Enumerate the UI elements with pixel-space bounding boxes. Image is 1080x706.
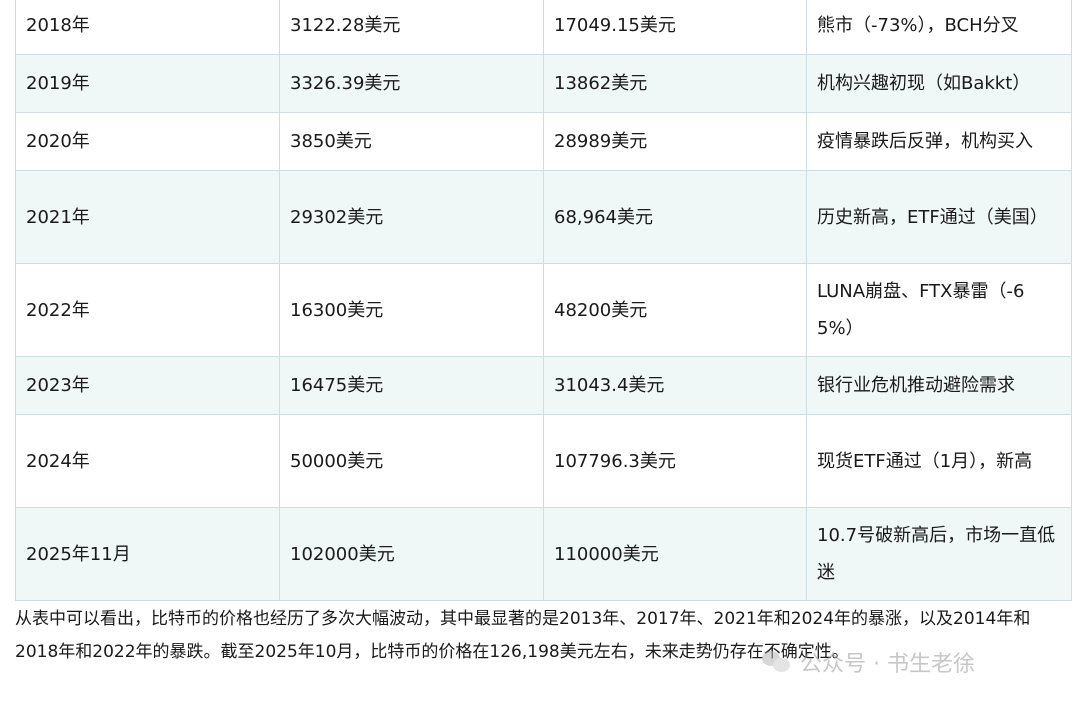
- low-price-cell: 3326.39美元: [279, 54, 544, 113]
- event-cell: 疫情暴跌后反弹，机构买入: [806, 112, 1072, 171]
- high-price-cell: 13862美元: [543, 54, 807, 113]
- low-price-cell: 29302美元: [279, 170, 544, 264]
- year-cell: 2018年: [15, 0, 280, 55]
- event-cell: 熊市（-73%），BCH分叉: [806, 0, 1072, 55]
- year-cell: 2021年: [15, 170, 280, 264]
- summary-paragraph: 从表中可以看出，比特币的价格也经历了多次大幅波动，其中最显著的是2013年、20…: [15, 609, 1031, 662]
- high-price-cell: 17049.15美元: [543, 0, 807, 55]
- low-price-cell: 3850美元: [279, 112, 544, 171]
- year-cell: 2024年: [15, 414, 280, 508]
- low-price-cell: 16300美元: [279, 263, 544, 357]
- event-cell: LUNA崩盘、FTX暴雷（-65%）: [806, 263, 1072, 357]
- table-row: 2024年 50000美元 107796.3美元 现货ETF通过（1月），新高: [15, 414, 1072, 508]
- low-price-cell: 50000美元: [279, 414, 544, 508]
- year-cell: 2020年: [15, 112, 280, 171]
- low-price-cell: 3122.28美元: [279, 0, 544, 55]
- year-cell: 2022年: [15, 263, 280, 357]
- year-cell: 2019年: [15, 54, 280, 113]
- table-row: 2023年 16475美元 31043.4美元 银行业危机推动避险需求: [15, 356, 1072, 415]
- table-row: 2021年 29302美元 68,964美元 历史新高，ETF通过（美国）: [15, 170, 1072, 264]
- event-cell: 现货ETF通过（1月），新高: [806, 414, 1072, 508]
- bitcoin-price-table: 2018年 3122.28美元 17049.15美元 熊市（-73%），BCH分…: [15, 0, 1072, 601]
- high-price-cell: 68,964美元: [543, 170, 807, 264]
- high-price-cell: 31043.4美元: [543, 356, 807, 415]
- event-cell: 10.7号破新高后，市场一直低迷: [806, 507, 1072, 601]
- event-cell: 历史新高，ETF通过（美国）: [806, 170, 1072, 264]
- high-price-cell: 48200美元: [543, 263, 807, 357]
- event-cell: 机构兴趣初现（如Bakkt）: [806, 54, 1072, 113]
- low-price-cell: 102000美元: [279, 507, 544, 601]
- table-row: 2020年 3850美元 28989美元 疫情暴跌后反弹，机构买入: [15, 112, 1072, 171]
- year-cell: 2025年11月: [15, 507, 280, 601]
- table-row: 2019年 3326.39美元 13862美元 机构兴趣初现（如Bakkt）: [15, 54, 1072, 113]
- high-price-cell: 28989美元: [543, 112, 807, 171]
- high-price-cell: 110000美元: [543, 507, 807, 601]
- table-row: 2022年 16300美元 48200美元 LUNA崩盘、FTX暴雷（-65%）: [15, 263, 1072, 357]
- price-table-container: 2018年 3122.28美元 17049.15美元 熊市（-73%），BCH分…: [15, 0, 1072, 601]
- event-cell: 银行业危机推动避险需求: [806, 356, 1072, 415]
- high-price-cell: 107796.3美元: [543, 414, 807, 508]
- table-row: 2025年11月 102000美元 110000美元 10.7号破新高后，市场一…: [15, 507, 1072, 601]
- low-price-cell: 16475美元: [279, 356, 544, 415]
- table-row: 2018年 3122.28美元 17049.15美元 熊市（-73%），BCH分…: [15, 0, 1072, 55]
- year-cell: 2023年: [15, 356, 280, 415]
